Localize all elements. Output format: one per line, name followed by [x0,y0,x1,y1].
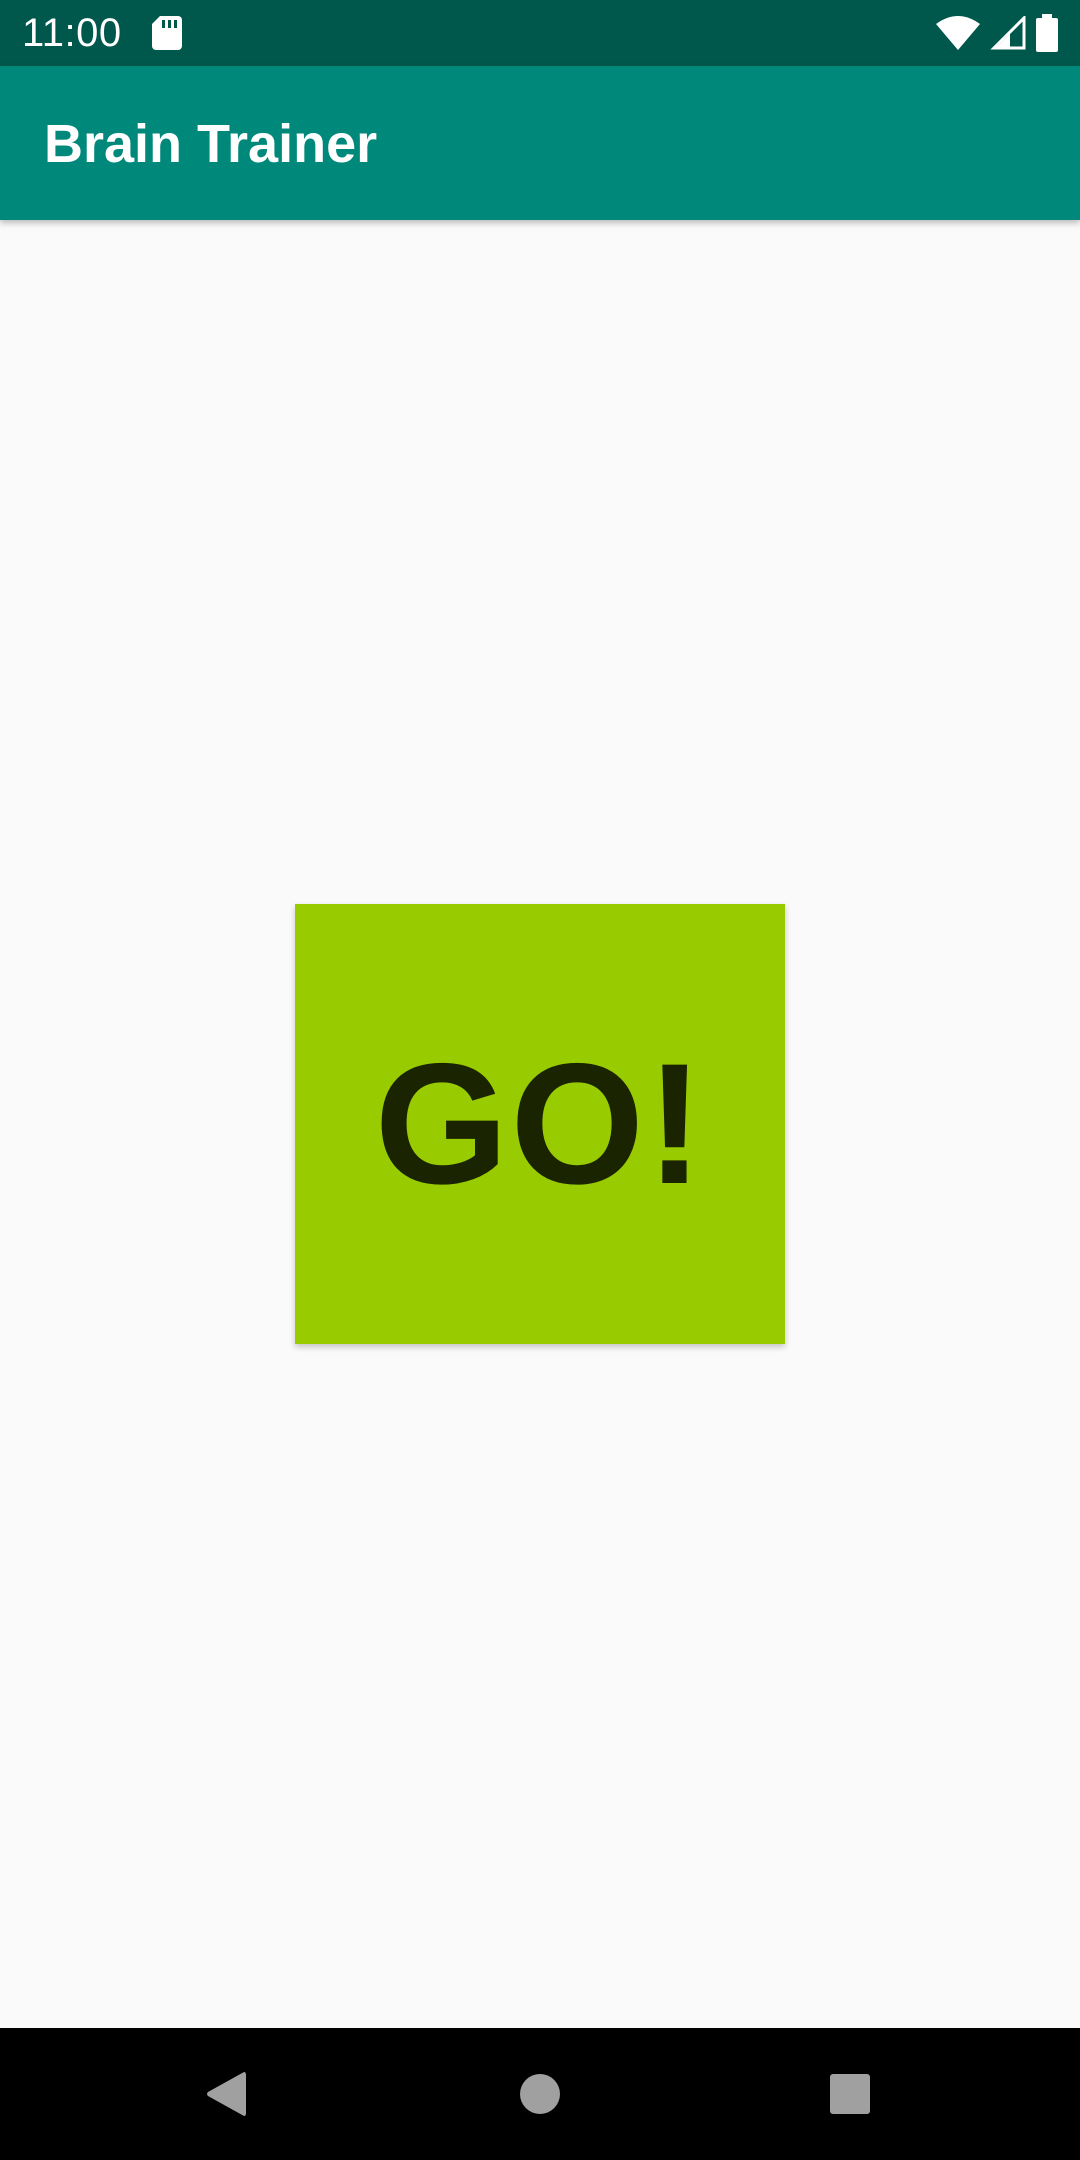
home-button[interactable] [500,2054,580,2134]
sd-card-icon [152,16,182,50]
wifi-icon [936,16,980,50]
app-title: Brain Trainer [44,114,378,174]
recents-icon [830,2074,870,2114]
battery-icon [1036,14,1058,52]
status-time: 11:00 [22,11,122,55]
recents-button[interactable] [810,2054,890,2134]
screen: 11:00 Brain Trainer GO! [0,0,1080,2160]
navigation-bar [0,2028,1080,2160]
status-icons [936,14,1058,52]
go-button-label: GO! [374,1028,706,1220]
back-icon [207,2072,246,2116]
app-bar: Brain Trainer [0,66,1080,220]
status-bar: 11:00 [0,0,1080,66]
go-button[interactable]: GO! [295,904,785,1344]
cell-signal-icon [990,16,1026,50]
home-icon [520,2074,560,2114]
back-button[interactable] [186,2054,266,2134]
